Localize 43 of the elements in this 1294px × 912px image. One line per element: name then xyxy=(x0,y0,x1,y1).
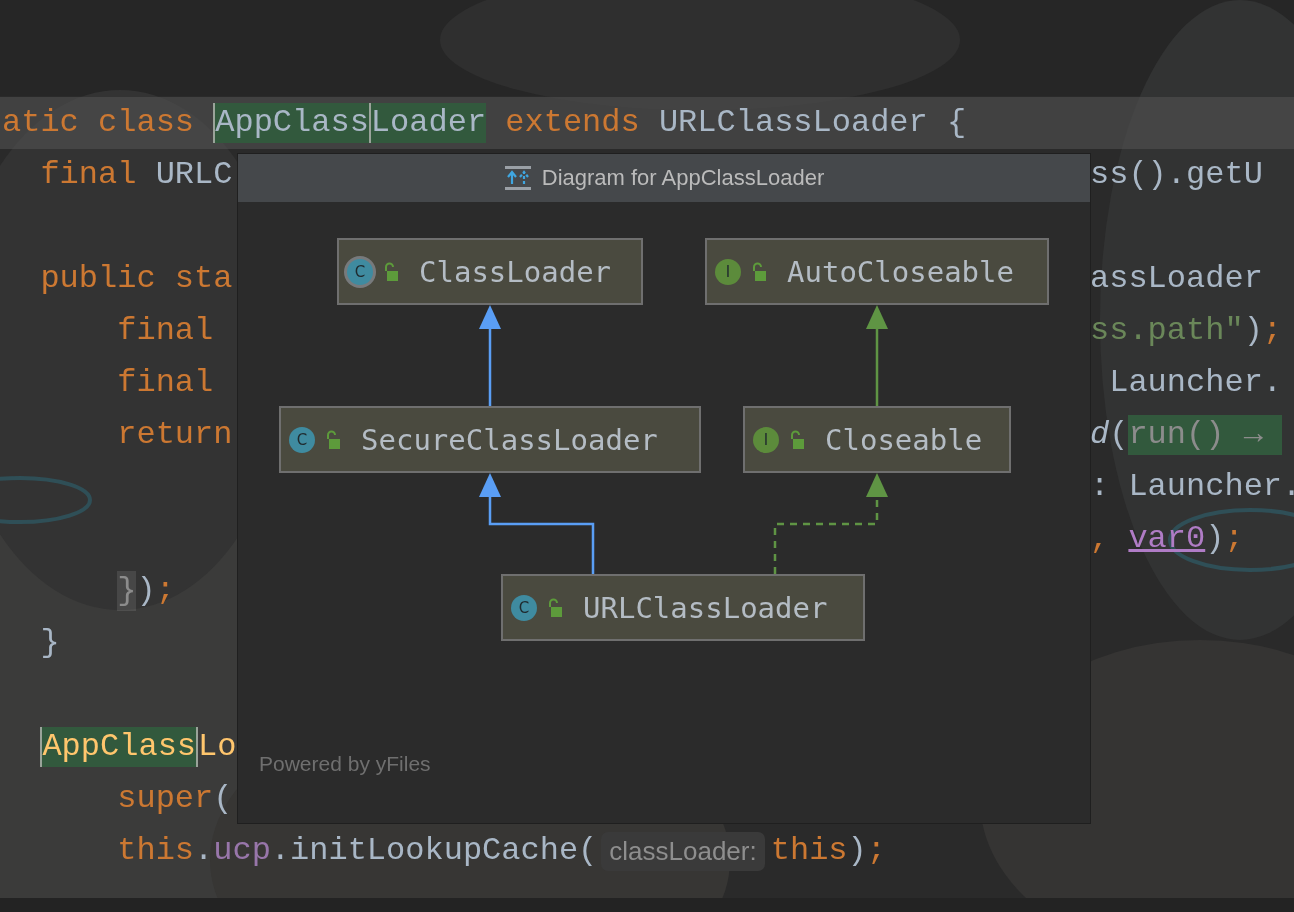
code-text: AppClass Lo xyxy=(39,727,237,767)
parameter-hint: classLoader: xyxy=(601,831,765,871)
class-node[interactable]: I AutoCloseable xyxy=(705,238,1049,305)
code-text: }); xyxy=(116,571,175,611)
class-kind-badge: C xyxy=(289,426,315,453)
class-node[interactable]: I Closeable xyxy=(743,406,1011,473)
code-text: return xyxy=(116,415,233,455)
code-text: , var0); xyxy=(1090,519,1244,559)
padlock-icon xyxy=(325,429,341,450)
class-node[interactable]: C URLClassLoader xyxy=(501,574,865,641)
code-text: public sta xyxy=(39,259,233,299)
code-text: final xyxy=(116,363,214,403)
code-text: atic class AppClass Loader extends URLClassLoader { xyxy=(2,103,967,143)
code-text: super( xyxy=(116,779,233,819)
code-text: final URLC xyxy=(39,155,233,195)
code-text: } xyxy=(39,623,60,663)
code-text: : Launcher. xyxy=(1090,467,1294,507)
code-text: this.ucp.initLookupCache( xyxy=(116,831,598,871)
code-text: this); xyxy=(770,831,886,871)
code-text: final xyxy=(116,311,214,351)
code-text: Launcher. xyxy=(1108,363,1283,403)
class-name: Closeable xyxy=(825,422,983,457)
code-text: ss.path"); xyxy=(1090,311,1283,351)
class-kind-badge: I xyxy=(753,426,779,453)
diagram-icon xyxy=(503,165,532,191)
class-kind-badge: I xyxy=(715,258,741,285)
padlock-icon xyxy=(383,261,399,282)
class-name: ClassLoader xyxy=(419,254,612,289)
code-text: ss().getU xyxy=(1090,155,1263,195)
class-kind-badge: C xyxy=(511,594,537,621)
padlock-icon xyxy=(751,261,767,282)
padlock-icon xyxy=(547,597,563,618)
class-name: SecureClassLoader xyxy=(361,422,658,457)
popup-title: Diagram for AppClassLoader xyxy=(541,165,825,191)
class-node[interactable]: C SecureClassLoader xyxy=(279,406,701,473)
class-name: AutoCloseable xyxy=(787,254,1014,289)
code-text: assLoader xyxy=(1090,259,1263,299)
class-node[interactable]: C ClassLoader xyxy=(337,238,643,305)
code-text: d(run() → xyxy=(1090,415,1283,455)
class-name: URLClassLoader xyxy=(583,590,828,625)
powered-by-text: Powered by yFiles xyxy=(259,752,431,775)
class-kind-badge: C xyxy=(347,258,373,285)
padlock-icon xyxy=(789,429,805,450)
